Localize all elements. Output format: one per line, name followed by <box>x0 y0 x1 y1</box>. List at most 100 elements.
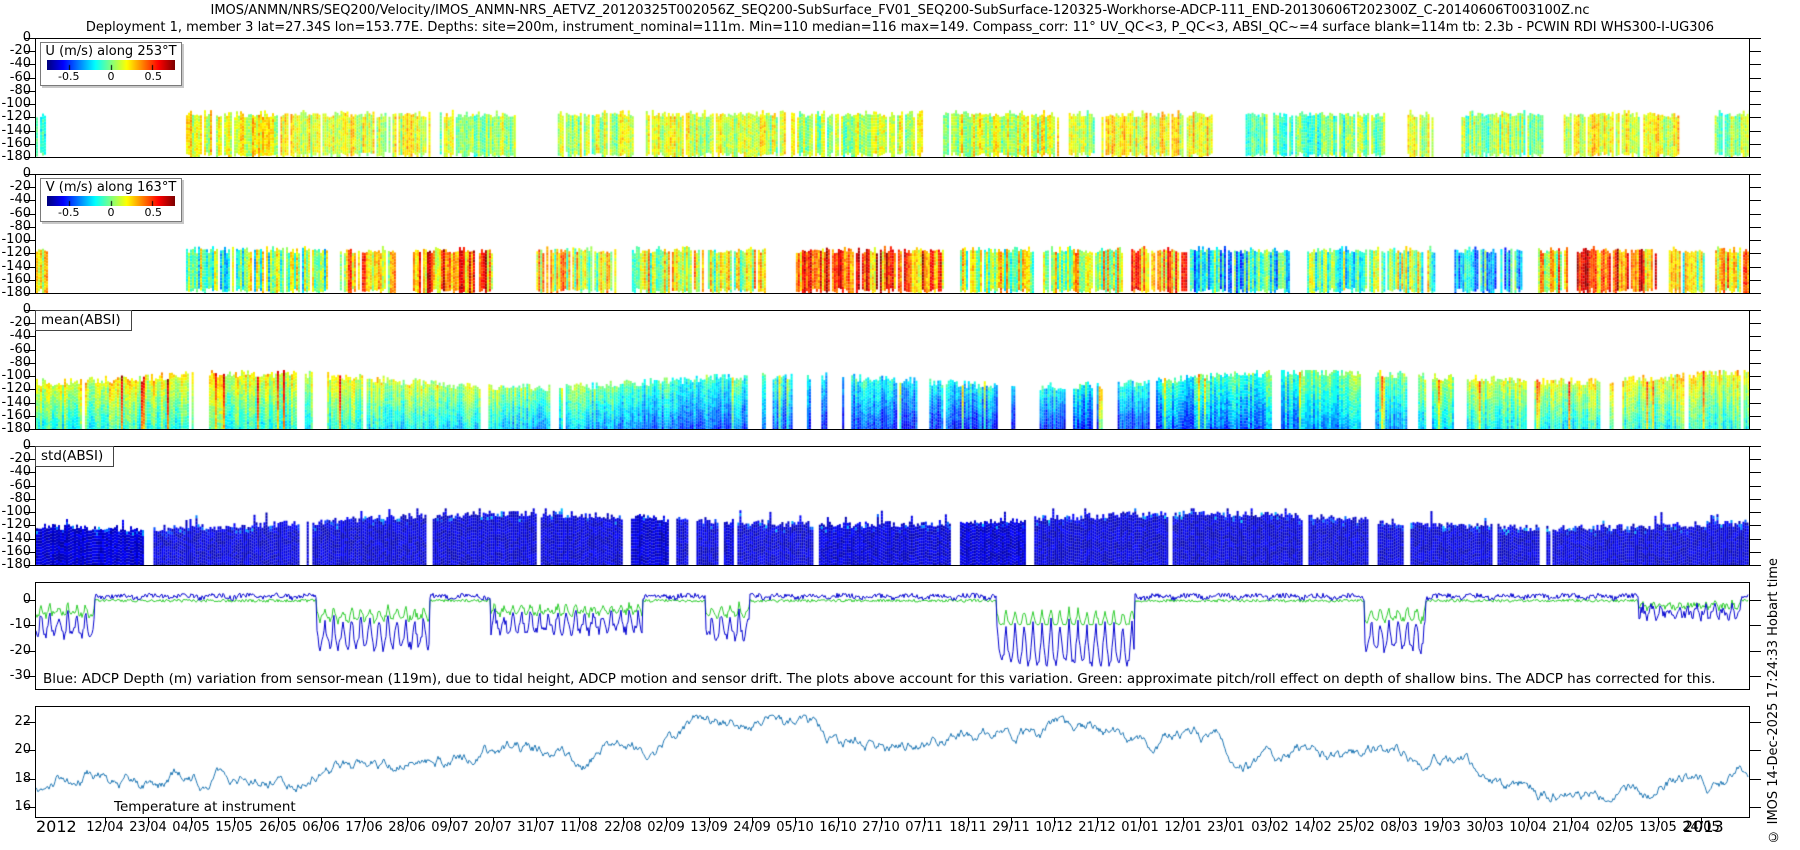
mean-absi-heatmap <box>36 311 1749 429</box>
adcp-diagnostic-figure: IMOS/ANMN/NRS/SEQ200/Velocity/IMOS_ANMN-… <box>0 0 1800 850</box>
axis-tick <box>24 446 35 447</box>
axis-tick <box>1750 64 1761 65</box>
axis-tick <box>1750 676 1761 677</box>
axis-tick <box>24 240 35 241</box>
axis-tick <box>24 807 35 808</box>
axis-tick <box>1750 350 1761 351</box>
v-colorbar-wrap: -0.5 0 0.5 <box>47 196 175 218</box>
axis-tick <box>24 750 35 751</box>
axis-tick <box>24 676 35 677</box>
panel-mean-absi: mean(ABSI) <box>35 310 1750 430</box>
axis-tick <box>1750 131 1761 132</box>
axis-tick <box>1750 565 1761 566</box>
axis-tick <box>1750 253 1761 254</box>
x-tick-label: 24/05 <box>1675 820 1727 835</box>
axis-tick <box>1750 416 1761 417</box>
axis-tick <box>24 310 35 311</box>
axis-tick <box>24 552 35 553</box>
figure-subtitle-deployment: Deployment 1, member 3 lat=27.34S lon=15… <box>0 20 1800 35</box>
u-colorbar-legend: U (m/s) along 253°T -0.5 0 0.5 <box>40 42 182 86</box>
axis-tick <box>24 600 35 601</box>
axis-tick <box>24 336 35 337</box>
axis-tick <box>1750 144 1761 145</box>
u-velocity-heatmap <box>36 39 1749 157</box>
axis-tick <box>24 486 35 487</box>
axis-tick <box>1750 389 1761 390</box>
axis-tick <box>1750 363 1761 364</box>
axis-tick <box>24 565 35 566</box>
axis-tick <box>1750 104 1761 105</box>
axis-tick <box>1750 78 1761 79</box>
mean-absi-label: mean(ABSI) <box>35 310 132 331</box>
copyright-stamp: © IMOS 14-Dec-2025 17:24:33 Hobart time <box>1766 558 1781 844</box>
figure-title-filename: IMOS/ANMN/NRS/SEQ200/Velocity/IMOS_ANMN-… <box>0 3 1800 18</box>
colorbar-tick-label: -0.5 <box>58 206 79 219</box>
axis-tick <box>24 350 35 351</box>
axis-tick <box>24 280 35 281</box>
axis-tick <box>1750 446 1761 447</box>
axis-tick <box>24 104 35 105</box>
depth-variation-caption: Blue: ADCP Depth (m) variation from sens… <box>43 671 1716 687</box>
axis-tick <box>1750 117 1761 118</box>
colorbar-tick-label: 0.5 <box>144 206 162 219</box>
axis-tick <box>24 472 35 473</box>
axis-tick <box>24 157 35 158</box>
panel-u-velocity: U (m/s) along 253°T -0.5 0 0.5 <box>35 38 1750 158</box>
axis-tick <box>24 131 35 132</box>
u-colorbar-wrap: -0.5 0 0.5 <box>47 60 175 82</box>
u-legend-title: U (m/s) along 253°T <box>41 44 181 59</box>
axis-tick <box>24 403 35 404</box>
axis-tick <box>24 91 35 92</box>
axis-tick <box>1750 651 1761 652</box>
axis-tick <box>1750 486 1761 487</box>
axis-tick <box>24 416 35 417</box>
axis-tick <box>24 625 35 626</box>
axis-tick <box>24 722 35 723</box>
axis-tick <box>24 267 35 268</box>
std-absi-label: std(ABSI) <box>35 446 114 467</box>
axis-tick <box>24 512 35 513</box>
axis-tick <box>24 525 35 526</box>
axis-tick <box>24 214 35 215</box>
panel-v-velocity: V (m/s) along 163°T -0.5 0 0.5 <box>35 174 1750 294</box>
axis-tick <box>24 429 35 430</box>
u-colorbar <box>47 60 175 70</box>
v-velocity-heatmap <box>36 175 1749 293</box>
axis-tick <box>1750 600 1761 601</box>
axis-tick <box>1750 323 1761 324</box>
colorbar-tick-label: 0.5 <box>144 70 162 83</box>
axis-tick <box>1750 51 1761 52</box>
colorbar-tick-label: 0 <box>108 70 115 83</box>
axis-tick <box>1750 512 1761 513</box>
axis-tick <box>1750 336 1761 337</box>
axis-tick <box>1750 187 1761 188</box>
axis-tick <box>1750 38 1761 39</box>
axis-tick <box>24 78 35 79</box>
axis-tick <box>24 38 35 39</box>
axis-tick <box>24 144 35 145</box>
axis-tick <box>24 376 35 377</box>
std-absi-heatmap <box>36 447 1749 565</box>
axis-tick <box>1750 227 1761 228</box>
axis-tick <box>24 779 35 780</box>
axis-tick <box>1750 280 1761 281</box>
axis-tick <box>1750 807 1761 808</box>
axis-tick <box>1750 310 1761 311</box>
axis-tick <box>1750 552 1761 553</box>
year-label-start: 2012 <box>36 817 77 836</box>
axis-tick <box>24 459 35 460</box>
axis-tick <box>24 200 35 201</box>
axis-tick <box>1750 403 1761 404</box>
axis-tick <box>1750 429 1761 430</box>
axis-tick <box>24 651 35 652</box>
axis-tick <box>1750 539 1761 540</box>
colorbar-tick-label: -0.5 <box>58 70 79 83</box>
colorbar-tick-label: 0 <box>108 206 115 219</box>
axis-tick <box>24 117 35 118</box>
axis-tick <box>1750 91 1761 92</box>
axis-tick <box>1750 499 1761 500</box>
v-colorbar <box>47 196 175 206</box>
axis-tick <box>1750 722 1761 723</box>
axis-tick <box>1750 625 1761 626</box>
axis-tick <box>1750 459 1761 460</box>
